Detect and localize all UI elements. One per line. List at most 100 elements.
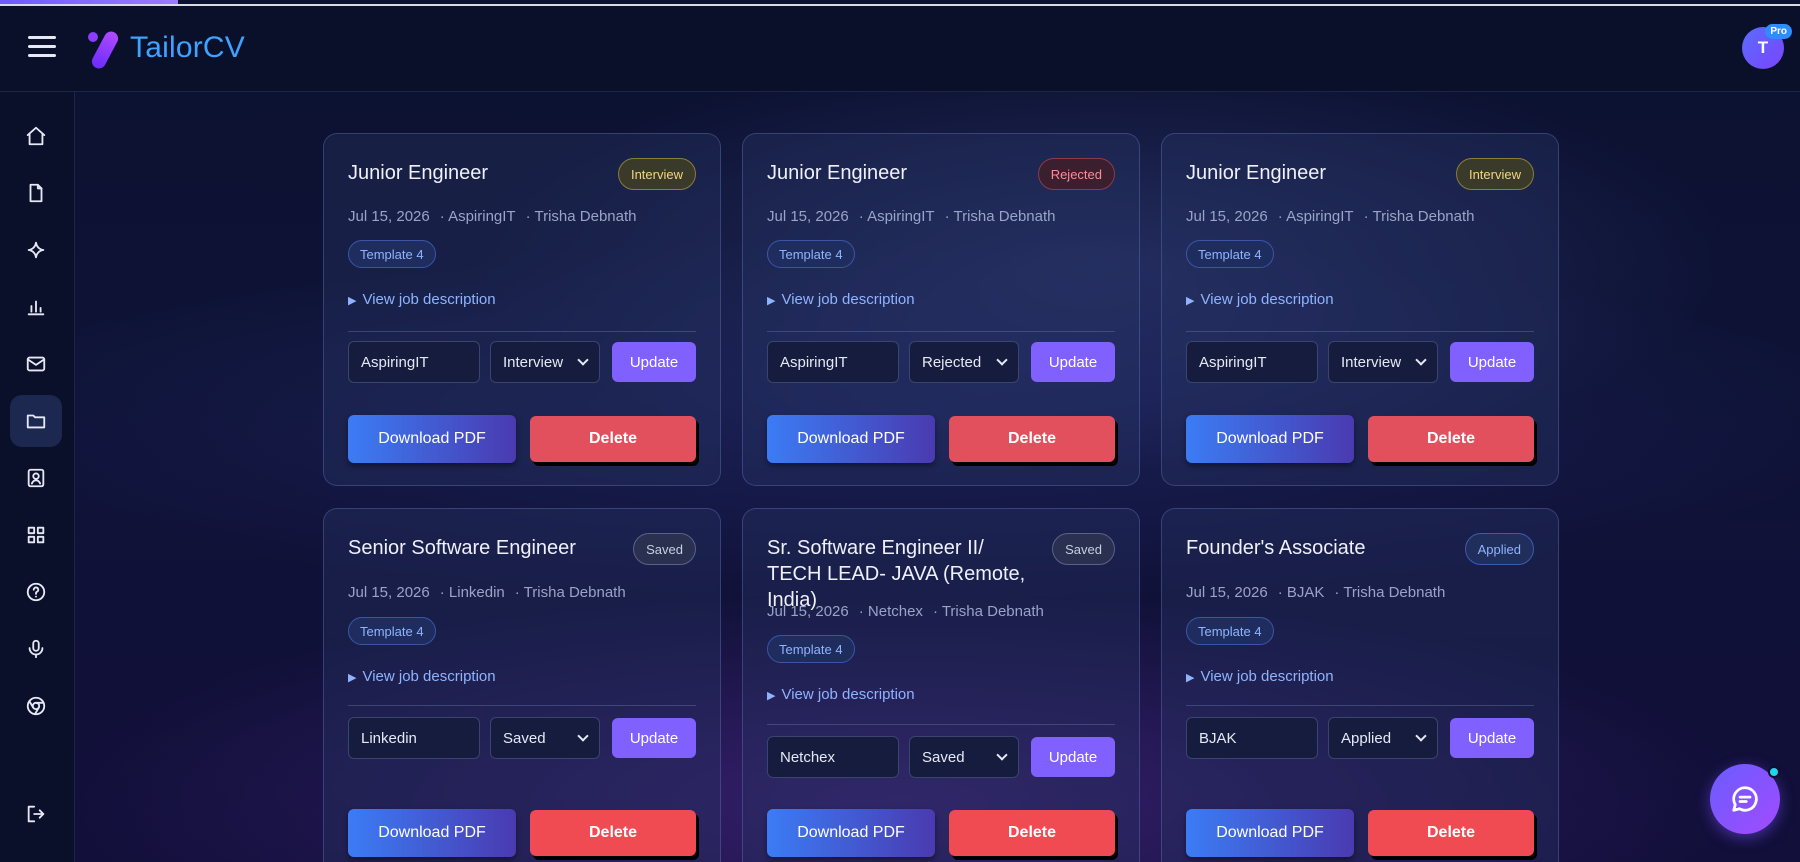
download-pdf-button[interactable]: Download PDF (1186, 415, 1354, 463)
card-date: Jul 15, 2026 (1186, 584, 1268, 601)
status-badge: Saved (1052, 533, 1115, 565)
company-input[interactable] (767, 341, 899, 383)
card-job-title: Junior Engineer (767, 162, 908, 184)
status-select-value: Interview (503, 353, 564, 371)
sidebar-item-logout[interactable] (10, 788, 62, 840)
view-job-description-toggle[interactable]: ▶ View job description (348, 291, 496, 308)
card-job-title: Junior Engineer (348, 162, 489, 184)
card-author: · Trisha Debnath (525, 208, 637, 225)
update-button[interactable]: Update (1031, 342, 1115, 382)
divider (348, 331, 696, 332)
card-date: Jul 15, 2026 (348, 584, 430, 601)
card-company: · AspiringIT (439, 208, 516, 225)
divider (1186, 331, 1534, 332)
card-author: · Trisha Debnath (1363, 208, 1475, 225)
status-select[interactable]: Interview (1328, 341, 1438, 383)
hamburger-menu-icon[interactable] (28, 36, 56, 62)
status-select-value: Saved (922, 748, 965, 766)
view-job-description-toggle[interactable]: ▶ View job description (1186, 668, 1334, 685)
sidebar-item-extension[interactable] (10, 680, 62, 732)
sparkle-icon (27, 241, 45, 259)
card-company: · BJAK (1277, 584, 1325, 601)
sidebar-item-voice[interactable] (10, 623, 62, 675)
sidebar-item-ai[interactable] (10, 224, 62, 276)
company-input[interactable] (767, 736, 899, 778)
status-select-value: Applied (1341, 729, 1392, 747)
template-badge: Template 4 (767, 635, 855, 663)
grid-icon (27, 526, 45, 544)
delete-button[interactable]: Delete (1368, 416, 1534, 462)
card-company: · AspiringIT (858, 208, 935, 225)
template-badge: Template 4 (1186, 240, 1274, 268)
company-input[interactable] (348, 341, 480, 383)
status-select-value: Rejected (922, 353, 982, 371)
microphone-icon (28, 639, 44, 659)
card-job-title: Sr. Software Engineer II/ TECH LEAD- JAV… (767, 537, 1026, 611)
template-badge: Template 4 (348, 240, 436, 268)
card-date: Jul 15, 2026 (767, 208, 849, 225)
delete-button[interactable]: Delete (1368, 810, 1534, 856)
resume-card: Sr. Software Engineer II/ TECH LEAD- JAV… (742, 508, 1140, 862)
bar-chart-icon (27, 300, 45, 316)
delete-button[interactable]: Delete (530, 416, 696, 462)
home-icon (26, 126, 46, 146)
expand-triangle-icon: ▶ (348, 672, 357, 684)
download-pdf-button[interactable]: Download PDF (767, 415, 935, 463)
chevron-down-icon (1415, 730, 1427, 742)
company-input[interactable] (1186, 717, 1318, 759)
status-select[interactable]: Saved (909, 736, 1019, 778)
chevron-down-icon (577, 730, 589, 742)
view-job-description-toggle[interactable]: ▶ View job description (1186, 291, 1334, 308)
app-logo[interactable]: TailorCV (86, 28, 245, 71)
card-author: · Trisha Debnath (1334, 584, 1446, 601)
document-icon (29, 183, 43, 203)
sidebar-item-contacts[interactable] (10, 452, 62, 504)
sidebar (0, 92, 75, 862)
sidebar-item-home[interactable] (10, 110, 62, 162)
status-badge: Interview (1455, 158, 1534, 190)
update-button[interactable]: Update (612, 342, 696, 382)
company-input[interactable] (348, 717, 480, 759)
view-job-description-toggle[interactable]: ▶ View job description (348, 668, 496, 685)
delete-button[interactable]: Delete (949, 810, 1115, 856)
delete-button[interactable]: Delete (949, 416, 1115, 462)
card-author: · Trisha Debnath (514, 584, 626, 601)
resume-card: Junior Engineer Rejected Jul 15, 2026 · A… (742, 133, 1140, 486)
update-button[interactable]: Update (1450, 342, 1534, 382)
help-icon (26, 582, 46, 602)
expand-triangle-icon: ▶ (767, 690, 776, 702)
sidebar-item-apps[interactable] (10, 509, 62, 561)
status-select[interactable]: Saved (490, 717, 600, 759)
resume-card: Junior Engineer Interview Jul 15, 2026 · … (323, 133, 721, 486)
download-pdf-button[interactable]: Download PDF (348, 809, 516, 857)
sidebar-item-mail[interactable] (10, 338, 62, 390)
resume-card: Junior Engineer Interview Jul 15, 2026 · … (1161, 133, 1559, 486)
update-button[interactable]: Update (1450, 718, 1534, 758)
sidebar-item-help[interactable] (10, 566, 62, 618)
update-button[interactable]: Update (1031, 737, 1115, 777)
view-job-description-toggle[interactable]: ▶ View job description (767, 291, 915, 308)
logout-icon (27, 805, 45, 823)
contact-card-icon (27, 468, 45, 488)
chevron-down-icon (1415, 354, 1427, 366)
download-pdf-button[interactable]: Download PDF (348, 415, 516, 463)
view-job-description-toggle[interactable]: ▶ View job description (767, 686, 915, 703)
card-date: Jul 15, 2026 (348, 208, 430, 225)
status-select[interactable]: Applied (1328, 717, 1438, 759)
update-button[interactable]: Update (612, 718, 696, 758)
sidebar-item-documents[interactable] (10, 167, 62, 219)
download-pdf-button[interactable]: Download PDF (767, 809, 935, 857)
resume-card: Senior Software Engineer Saved Jul 15, 2… (323, 508, 721, 862)
status-select[interactable]: Interview (490, 341, 600, 383)
status-select[interactable]: Rejected (909, 341, 1019, 383)
top-border (0, 4, 1800, 6)
delete-button[interactable]: Delete (530, 810, 696, 856)
status-badge: Saved (633, 533, 696, 565)
view-job-description-label: View job description (781, 291, 915, 308)
sidebar-item-folder[interactable] (10, 395, 62, 447)
download-pdf-button[interactable]: Download PDF (1186, 809, 1354, 857)
online-indicator (1768, 766, 1780, 778)
status-select-value: Interview (1341, 353, 1402, 371)
sidebar-item-analytics[interactable] (10, 281, 62, 333)
company-input[interactable] (1186, 341, 1318, 383)
